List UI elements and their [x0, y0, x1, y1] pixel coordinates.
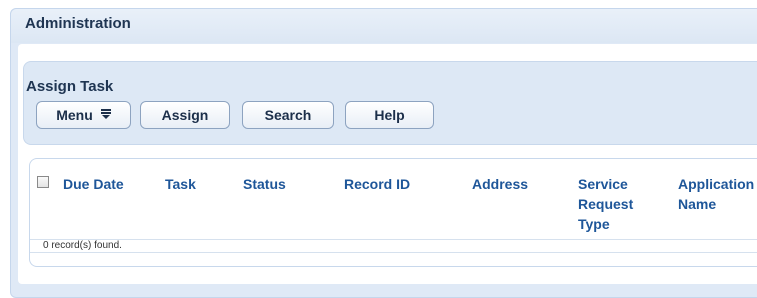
column-header-service-request-type[interactable]: Service Request Type: [578, 174, 638, 234]
column-header-due-date[interactable]: Due Date: [63, 174, 124, 194]
menu-button-label: Menu: [56, 107, 93, 123]
assign-task-title: Assign Task: [26, 78, 114, 95]
double-bar-down-icon: [100, 108, 111, 122]
grid-header-divider: [30, 239, 757, 240]
column-header-application-name[interactable]: Application Name: [678, 174, 757, 214]
assign-button[interactable]: Assign: [140, 101, 230, 129]
column-header-status[interactable]: Status: [243, 174, 286, 194]
column-header-task[interactable]: Task: [165, 174, 196, 194]
column-header-record-id[interactable]: Record ID: [344, 174, 410, 194]
grid-footer-divider: [30, 252, 757, 253]
help-button[interactable]: Help: [345, 101, 434, 129]
select-all-checkbox[interactable]: [37, 176, 49, 188]
records-found-text: 0 record(s) found.: [43, 240, 122, 251]
administration-title: Administration: [25, 15, 131, 32]
menu-button[interactable]: Menu: [36, 101, 131, 129]
search-button[interactable]: Search: [242, 101, 334, 129]
column-header-address[interactable]: Address: [472, 174, 528, 194]
